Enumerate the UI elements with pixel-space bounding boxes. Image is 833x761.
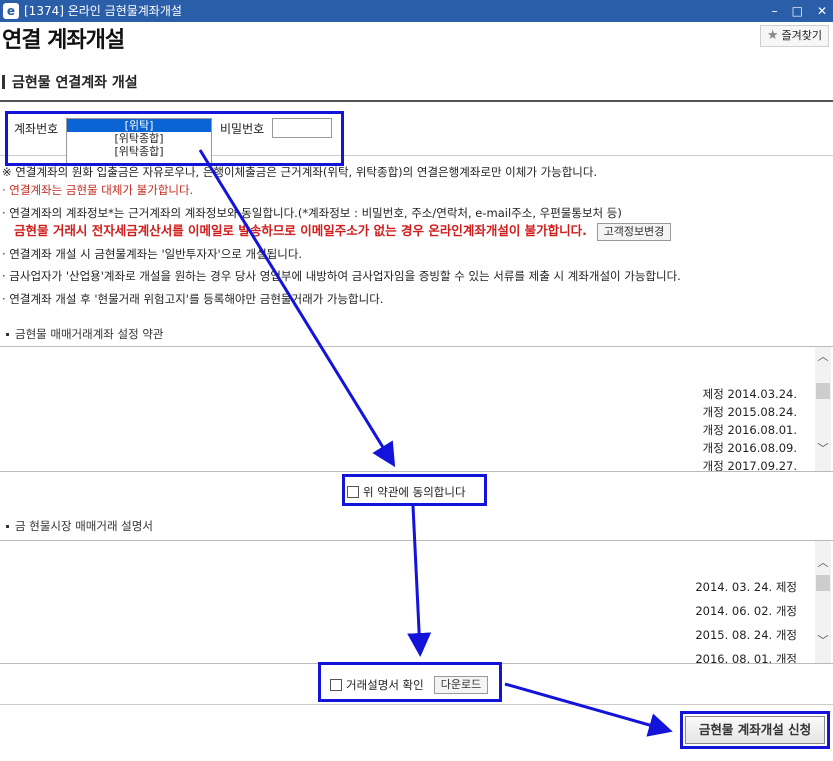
section-header: 금현물 연결계좌 개설 bbox=[0, 66, 833, 102]
section-title: 금현물 연결계좌 개설 bbox=[12, 75, 138, 91]
password-label: 비밀번호 bbox=[220, 122, 265, 136]
close-button[interactable]: ✕ bbox=[817, 2, 827, 20]
browser-app-icon: e bbox=[3, 3, 19, 19]
open-account-submit-button[interactable]: 금현물 계좌개설 신청 bbox=[685, 716, 825, 744]
maximize-button[interactable]: □ bbox=[792, 2, 803, 20]
arrow-to-submit bbox=[504, 682, 673, 737]
terms-textbox[interactable]: 제정 2014.03.24. 개정 2015.08.24. 개정 2016.08… bbox=[0, 346, 833, 472]
scroll-down-icon[interactable]: ﹀ bbox=[815, 441, 831, 457]
window-titlebar: e [1374] 온라인 금현물계좌개설 – □ ✕ bbox=[0, 0, 833, 22]
terms-scrollbar[interactable]: ︿ ﹀ bbox=[815, 347, 831, 471]
notice-line: · 연결계좌 개설 후 '현물거래 위험고지'를 등록해야만 금현물거래가 가능… bbox=[2, 292, 384, 306]
window-title: [1374] 온라인 금현물계좌개설 bbox=[24, 4, 182, 18]
explanation-textbox[interactable]: 2014. 03. 24. 제정 2014. 06. 02. 개정 2015. … bbox=[0, 540, 833, 664]
page-title: 연결 계좌개설 bbox=[2, 28, 125, 53]
terms-line: 개정 2016.08.09. bbox=[702, 441, 797, 455]
terms-agree-label: 위 약관에 동의합니다 bbox=[363, 485, 466, 499]
divider bbox=[0, 704, 833, 705]
explanation-line: 2016. 08. 01. 개정 bbox=[695, 652, 797, 664]
account-select-list[interactable]: [위탁] [위탁종합] [위탁종합] bbox=[66, 118, 212, 164]
terms-title-text: 금현물 매매거래계좌 설정 약관 bbox=[15, 327, 164, 341]
scroll-thumb[interactable] bbox=[816, 575, 830, 591]
password-input[interactable] bbox=[272, 118, 332, 138]
notice-line: ※ 연결계좌의 원화 입출금은 자유로우나, 은행이체출금은 근거계좌(위탁, … bbox=[2, 165, 598, 179]
bullet-icon bbox=[6, 525, 9, 528]
account-option[interactable]: [위탁종합] bbox=[67, 132, 211, 145]
explanation-title-text: 금 현물시장 매매거래 설명서 bbox=[15, 519, 153, 533]
favorite-label: 즐겨찾기 bbox=[781, 29, 822, 42]
explanation-line: 2015. 08. 24. 개정 bbox=[695, 628, 797, 642]
checkbox[interactable] bbox=[330, 679, 342, 691]
explanation-title: 금 현물시장 매매거래 설명서 bbox=[6, 518, 153, 534]
section-marker bbox=[2, 75, 5, 89]
minimize-button[interactable]: – bbox=[772, 2, 778, 20]
download-button[interactable]: 다운로드 bbox=[433, 676, 489, 694]
customer-info-change-button[interactable]: 고객정보변경 bbox=[596, 222, 672, 241]
scroll-up-icon[interactable]: ︿ bbox=[815, 349, 831, 365]
explanation-confirm-checkbox[interactable]: 거래설명서 확인 다운로드 bbox=[330, 676, 489, 694]
terms-agree-checkbox[interactable]: 위 약관에 동의합니다 bbox=[347, 484, 466, 500]
explanation-line: 2014. 03. 24. 제정 bbox=[695, 580, 797, 594]
window-controls: – □ ✕ bbox=[772, 2, 827, 20]
favorite-button[interactable]: ★ 즐겨찾기 bbox=[759, 25, 829, 47]
scroll-thumb[interactable] bbox=[816, 383, 830, 399]
scroll-down-icon[interactable]: ﹀ bbox=[815, 633, 831, 649]
account-option[interactable]: [위탁종합] bbox=[67, 145, 211, 158]
terms-line: 제정 2014.03.24. bbox=[702, 387, 797, 401]
account-number-label: 계좌번호 bbox=[14, 122, 59, 136]
notice-line: · 연결계좌 개설 시 금현물계좌는 '일반투자자'으로 개설됩니다. bbox=[2, 247, 303, 261]
terms-line: 개정 2016.08.01. bbox=[702, 423, 797, 437]
account-row: 계좌번호 [위탁] [위탁종합] [위탁종합] 비밀번호 bbox=[0, 104, 833, 164]
explanation-scrollbar[interactable]: ︿ ﹀ bbox=[815, 541, 831, 663]
notice-line: · 연결계좌의 계좌정보*는 근거계좌의 계좌정보와 동일합니다.(*계좌정보 … bbox=[2, 206, 622, 220]
email-warning: 금현물 거래시 전자세금계산서를 이메일로 발송하므로 이메일주소가 없는 경우… bbox=[14, 223, 587, 238]
explanation-line: 2014. 06. 02. 개정 bbox=[695, 604, 797, 618]
scroll-up-icon[interactable]: ︿ bbox=[815, 555, 831, 571]
explanation-confirm-label: 거래설명서 확인 bbox=[346, 678, 424, 692]
notice-line: · 금사업자가 '산업용'계좌로 개설을 원하는 경우 당사 영업부에 내방하여… bbox=[2, 269, 681, 283]
notice-line: · 연결계좌는 금현물 대체가 불가합니다. bbox=[2, 183, 194, 197]
star-icon: ★ bbox=[766, 28, 779, 43]
terms-line: 개정 2017.09.27. bbox=[702, 459, 797, 472]
bullet-icon bbox=[6, 333, 9, 336]
explanation-content: 2014. 03. 24. 제정 2014. 06. 02. 개정 2015. … bbox=[695, 575, 797, 664]
terms-line: 개정 2015.08.24. bbox=[702, 405, 797, 419]
checkbox[interactable] bbox=[347, 486, 359, 498]
account-option[interactable]: [위탁] bbox=[67, 119, 211, 132]
terms-title: 금현물 매매거래계좌 설정 약관 bbox=[6, 326, 164, 342]
terms-content: 제정 2014.03.24. 개정 2015.08.24. 개정 2016.08… bbox=[702, 385, 797, 472]
